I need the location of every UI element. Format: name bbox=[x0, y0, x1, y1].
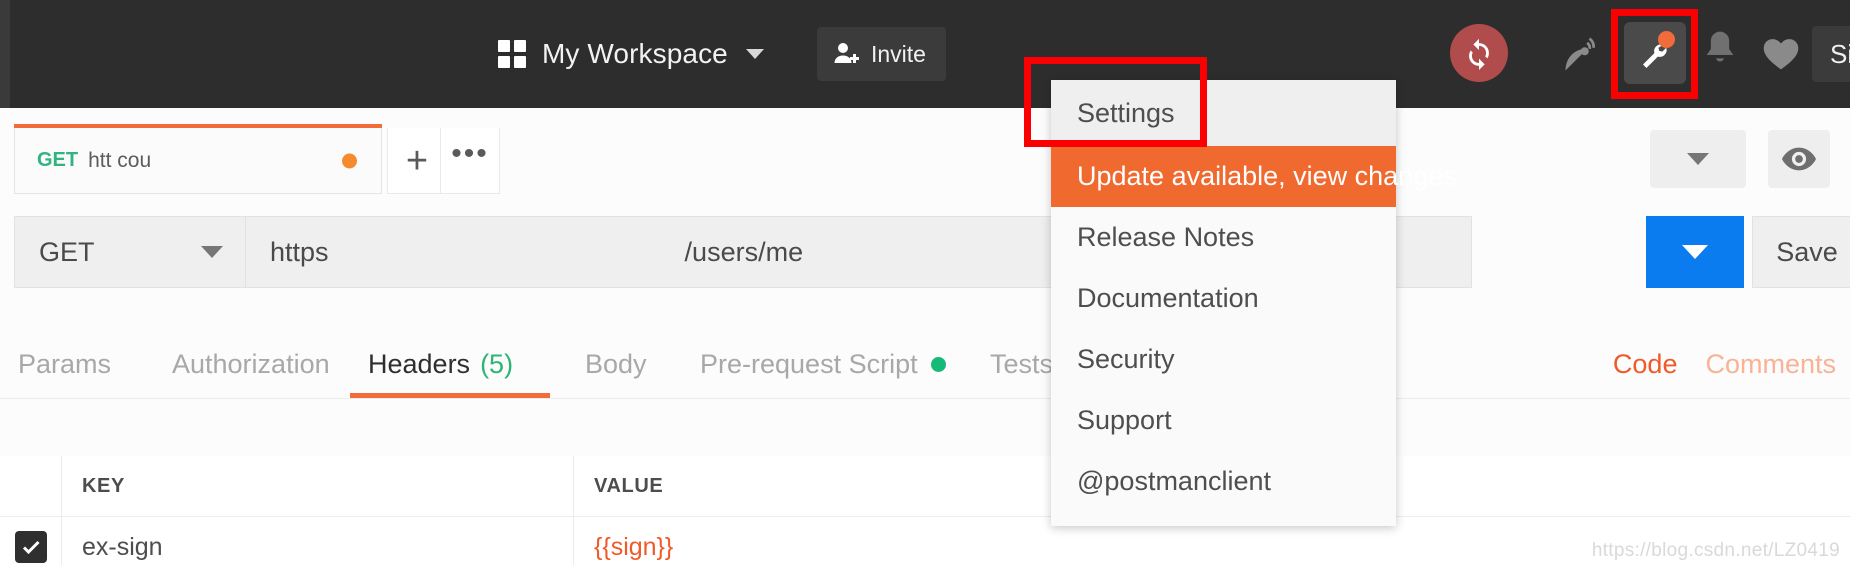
tab-params[interactable]: Params bbox=[18, 330, 111, 398]
environment-quick-look-button[interactable] bbox=[1768, 130, 1830, 188]
menu-item-update-available-label: Update available, view changes bbox=[1077, 161, 1457, 191]
row-checkbox-cell[interactable] bbox=[0, 517, 62, 565]
http-method-selector[interactable]: GET bbox=[14, 216, 246, 288]
table-header-row: KEY VALUE bbox=[0, 456, 1850, 517]
request-url-row: GET https /users/me Save bbox=[14, 216, 1850, 288]
help-menu-button[interactable] bbox=[1624, 22, 1686, 84]
tab-headers[interactable]: Headers (5) bbox=[368, 330, 513, 398]
column-header-value: VALUE bbox=[594, 474, 664, 497]
invite-label: Invite bbox=[871, 40, 926, 67]
row-key-value: ex-sign bbox=[82, 532, 163, 561]
headers-table: KEY VALUE ex-sign {{sign}} bbox=[0, 456, 1850, 565]
save-button[interactable]: Save bbox=[1752, 216, 1850, 288]
environment-selector[interactable] bbox=[1650, 130, 1746, 188]
notifications-button[interactable] bbox=[1700, 28, 1740, 76]
menu-item-postmanclient-label: @postmanclient bbox=[1077, 466, 1271, 496]
tab-headers-label: Headers bbox=[368, 348, 471, 379]
watermark: https://blog.csdn.net/LZ0419 bbox=[1591, 540, 1840, 561]
row-checkbox[interactable] bbox=[14, 531, 47, 563]
chevron-down-icon bbox=[1687, 153, 1709, 165]
chevron-down-icon bbox=[201, 246, 223, 258]
menu-item-security-label: Security bbox=[1077, 344, 1175, 374]
satellite-dish-icon bbox=[1565, 37, 1595, 71]
request-builder: GET htt cou + ••• GET https /users/me Sa… bbox=[0, 108, 1850, 565]
menu-item-postmanclient[interactable]: @postmanclient bbox=[1051, 451, 1396, 512]
tab-url-label: htt cou bbox=[88, 148, 152, 172]
update-available-badge bbox=[1658, 31, 1675, 48]
favorites-button[interactable] bbox=[1760, 34, 1802, 72]
table-header-key-cell: KEY bbox=[62, 456, 574, 516]
http-method-label: GET bbox=[39, 236, 95, 267]
tab-pre-request-script[interactable]: Pre-request Script bbox=[700, 330, 946, 398]
tab-tests-label: Tests bbox=[990, 348, 1054, 379]
comments-link[interactable]: Comments bbox=[1705, 349, 1836, 380]
row-key-cell[interactable]: ex-sign bbox=[62, 517, 574, 565]
postman-app-window: My Workspace Invite S GET htt cou + ••• … bbox=[0, 0, 1850, 565]
bell-icon bbox=[1706, 31, 1734, 62]
tab-body-label: Body bbox=[585, 348, 647, 379]
header-left-edge bbox=[0, 0, 10, 108]
menu-item-release-notes-label: Release Notes bbox=[1077, 222, 1255, 252]
grid-icon bbox=[498, 40, 526, 68]
code-link[interactable]: Code bbox=[1613, 349, 1678, 380]
tab-headers-count: (5) bbox=[480, 348, 514, 379]
script-present-dot bbox=[930, 356, 946, 372]
api-network-button[interactable] bbox=[1560, 32, 1604, 76]
tab-method-label: GET bbox=[37, 149, 79, 171]
person-add-icon bbox=[834, 43, 859, 63]
request-helper-links: Code Comments bbox=[1613, 330, 1836, 398]
chevron-down-icon bbox=[745, 49, 764, 59]
column-header-key: KEY bbox=[82, 474, 125, 497]
unsaved-changes-dot bbox=[342, 153, 357, 168]
url-suffix: /users/me bbox=[684, 236, 804, 267]
save-label: Save bbox=[1776, 236, 1838, 267]
menu-item-support-label: Support bbox=[1077, 405, 1172, 435]
menu-item-update-available[interactable]: Update available, view changes bbox=[1051, 146, 1457, 207]
send-options-button[interactable] bbox=[1646, 216, 1744, 288]
tab-pre-request-script-label: Pre-request Script bbox=[700, 348, 918, 379]
row-value-text: {{sign}} bbox=[594, 532, 674, 561]
check-icon bbox=[22, 540, 40, 555]
menu-item-security[interactable]: Security bbox=[1051, 329, 1396, 390]
heart-icon bbox=[1763, 39, 1799, 70]
eye-icon bbox=[1782, 147, 1816, 171]
menu-item-settings-label: Settings bbox=[1077, 97, 1175, 128]
menu-item-release-notes[interactable]: Release Notes bbox=[1051, 207, 1396, 268]
menu-item-settings[interactable]: Settings bbox=[1051, 80, 1396, 146]
tab-params-label: Params bbox=[18, 348, 112, 379]
chevron-down-icon bbox=[1682, 245, 1708, 259]
menu-item-documentation[interactable]: Documentation bbox=[1051, 268, 1396, 329]
tab-tests[interactable]: Tests bbox=[990, 330, 1053, 398]
request-tab-strip: GET htt cou + ••• bbox=[0, 124, 1850, 198]
menu-item-support[interactable]: Support bbox=[1051, 390, 1396, 451]
signin-label: Sign In bbox=[1830, 38, 1850, 69]
new-tab-button[interactable]: + bbox=[387, 128, 447, 194]
active-tab-underline bbox=[350, 393, 550, 398]
tab-body[interactable]: Body bbox=[585, 330, 647, 398]
table-header-checkbox-cell bbox=[0, 456, 62, 516]
tab-authorization-label: Authorization bbox=[172, 348, 330, 379]
invite-button[interactable]: Invite bbox=[817, 27, 946, 81]
tab-authorization[interactable]: Authorization bbox=[172, 330, 330, 398]
workspace-name: My Workspace bbox=[542, 38, 728, 69]
workspace-selector[interactable]: My Workspace bbox=[498, 26, 764, 82]
sync-refresh-icon bbox=[1469, 38, 1489, 70]
signin-button[interactable]: Sign In bbox=[1812, 26, 1850, 82]
table-row[interactable]: ex-sign {{sign}} bbox=[0, 517, 1850, 565]
app-header: My Workspace Invite S bbox=[0, 0, 1850, 108]
url-prefix: https bbox=[270, 236, 329, 267]
menu-item-documentation-label: Documentation bbox=[1077, 283, 1259, 313]
help-dropdown-menu: Settings Update available, view changes … bbox=[1051, 80, 1457, 526]
sync-status-button[interactable] bbox=[1450, 24, 1508, 82]
request-tab[interactable]: GET htt cou bbox=[14, 124, 382, 194]
request-section-tabs: Params Authorization Headers (5) Body Pr… bbox=[0, 330, 1850, 399]
tab-options-button[interactable]: ••• bbox=[440, 128, 500, 194]
